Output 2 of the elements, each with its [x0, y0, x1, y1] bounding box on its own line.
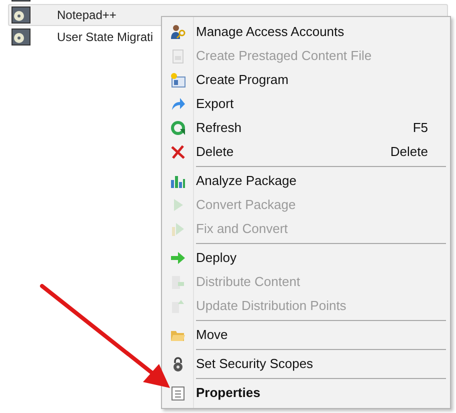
- item-name: User State Migrati: [57, 29, 154, 46]
- item-name: Notepad++: [57, 7, 116, 24]
